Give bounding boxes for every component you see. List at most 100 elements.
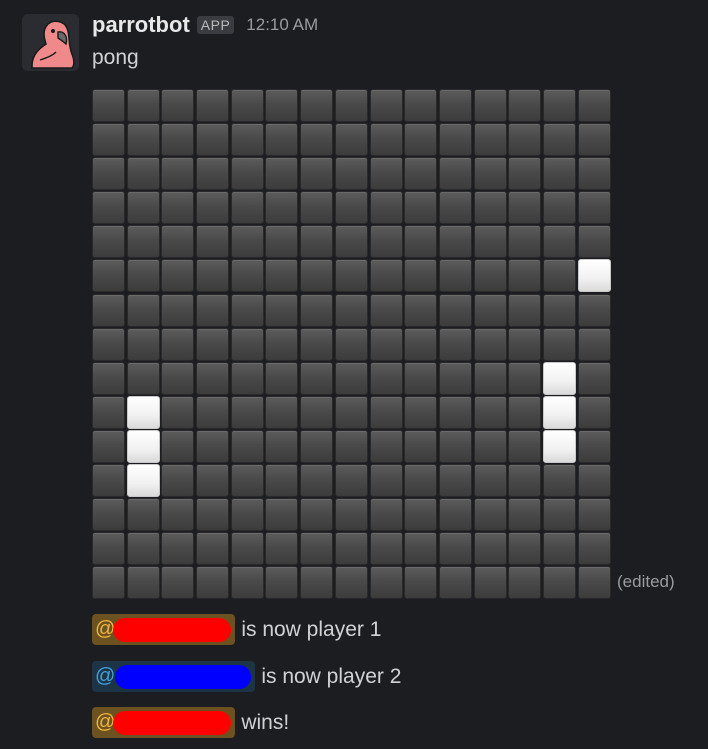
board-cell-lit (542, 429, 576, 463)
board-cell (577, 464, 611, 498)
board-cell (126, 225, 160, 259)
board-cell (508, 293, 542, 327)
board-cell (334, 566, 368, 600)
board-cell (126, 293, 160, 327)
board-cell-lit (542, 395, 576, 429)
board-cell (196, 259, 230, 293)
user-mention[interactable]: @ (92, 614, 236, 645)
board-cell (161, 464, 195, 498)
board-cell (438, 259, 472, 293)
board-cell (265, 123, 299, 157)
board-cell (369, 566, 403, 600)
user-mention[interactable]: @ (92, 661, 256, 692)
user-mention[interactable]: @ (92, 707, 236, 738)
board-cell (300, 395, 334, 429)
board-cell-lit (542, 361, 576, 395)
board-cell-lit (577, 259, 611, 293)
username[interactable]: parrotbot (92, 12, 190, 38)
board-cell (473, 429, 507, 463)
board-cell (265, 293, 299, 327)
board-cell (438, 225, 472, 259)
board-cell (438, 566, 472, 600)
board-cell-lit (126, 464, 160, 498)
board-cell (161, 259, 195, 293)
board-cell (369, 361, 403, 395)
board-cell (300, 429, 334, 463)
board-cell (161, 429, 195, 463)
board-cell (265, 429, 299, 463)
board-cell (369, 225, 403, 259)
board-cell (369, 89, 403, 122)
board-cell (438, 327, 472, 361)
board-cell (473, 259, 507, 293)
board-cell (473, 361, 507, 395)
board-cell (230, 361, 264, 395)
board-cell (542, 498, 576, 532)
board-cell (126, 566, 160, 600)
board-cell (265, 327, 299, 361)
board-cell (334, 361, 368, 395)
board-cell (265, 464, 299, 498)
board-cell (542, 464, 576, 498)
board-cell (508, 157, 542, 191)
board-cell (404, 395, 438, 429)
board-cell (161, 566, 195, 600)
redacted-username (115, 664, 252, 689)
board-cell (300, 225, 334, 259)
board-cell (196, 532, 230, 566)
board-cell (300, 89, 334, 122)
board-cell (542, 157, 576, 191)
board-cell (473, 89, 507, 122)
board-cell (230, 191, 264, 225)
event-line: @ is now player 1 (92, 614, 381, 645)
board-cell (230, 259, 264, 293)
board-cell (265, 157, 299, 191)
board-cell (369, 532, 403, 566)
board-cell (161, 395, 195, 429)
board-cell (542, 293, 576, 327)
board-cell (404, 293, 438, 327)
board-cell (542, 259, 576, 293)
board-cell (161, 361, 195, 395)
board-cell (369, 293, 403, 327)
board-cell (577, 532, 611, 566)
parrot-avatar-icon[interactable] (22, 14, 79, 71)
board-cell (92, 157, 125, 191)
board-cell (300, 498, 334, 532)
board-cell (334, 327, 368, 361)
board-cell (577, 191, 611, 225)
board-cell (92, 191, 125, 225)
event-line: @ is now player 2 (92, 661, 401, 692)
board-cell (508, 429, 542, 463)
board-cell (265, 225, 299, 259)
board-cell (92, 225, 125, 259)
board-cell (196, 191, 230, 225)
board-cell (404, 498, 438, 532)
board-cell (230, 89, 264, 122)
board-cell (404, 464, 438, 498)
board-cell (508, 327, 542, 361)
board-cell (196, 327, 230, 361)
mention-at-symbol: @ (95, 618, 116, 640)
board-cell (404, 157, 438, 191)
board-cell (230, 293, 264, 327)
board-cell (473, 498, 507, 532)
redacted-username (113, 617, 232, 642)
board-cell (126, 361, 160, 395)
board-cell (196, 293, 230, 327)
board-cell (473, 123, 507, 157)
board-cell (438, 191, 472, 225)
event-text: is now player 2 (261, 664, 402, 688)
board-cell (230, 327, 264, 361)
board-cell (300, 361, 334, 395)
board-cell (473, 191, 507, 225)
board-cell (92, 566, 125, 600)
timestamp[interactable]: 12:10 AM (246, 15, 318, 35)
app-badge: APP (196, 16, 235, 34)
board-cell (577, 361, 611, 395)
board-cell (161, 191, 195, 225)
board-cell (404, 89, 438, 122)
board-cell (577, 123, 611, 157)
board-cell (508, 259, 542, 293)
board-cell (126, 498, 160, 532)
